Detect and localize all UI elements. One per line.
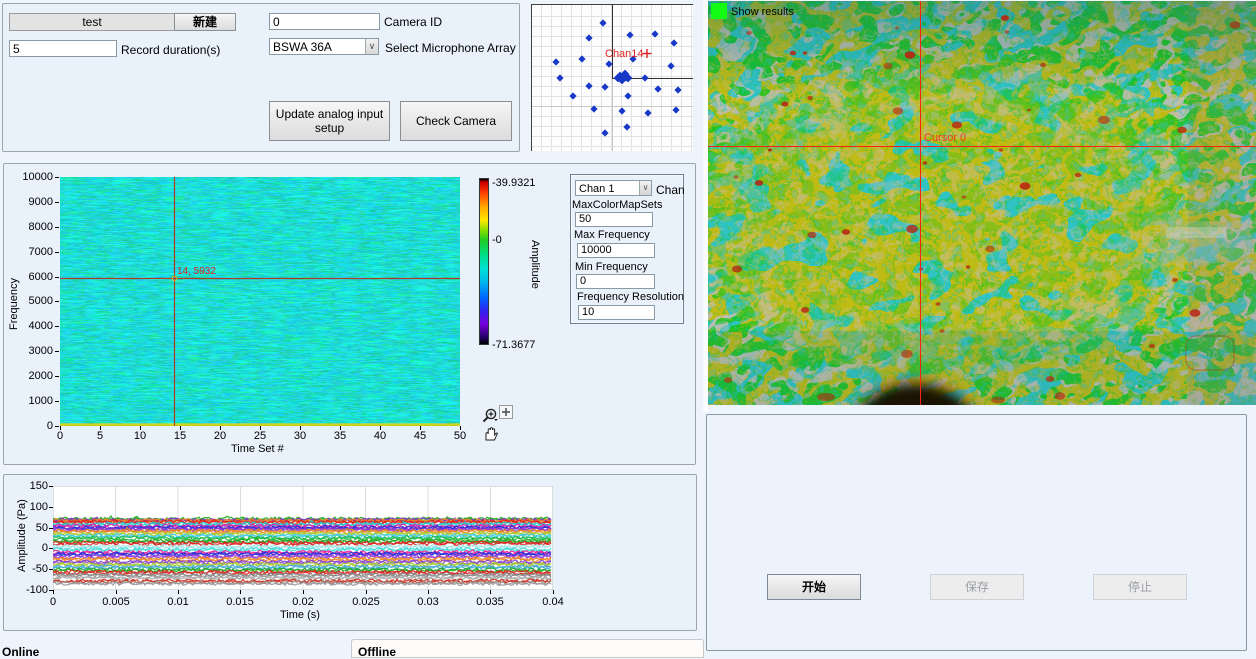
svg-text:Cursor 0: Cursor 0	[924, 132, 966, 144]
svg-text:Show results: Show results	[731, 6, 794, 18]
svg-text:Chan14: Chan14	[605, 48, 644, 60]
